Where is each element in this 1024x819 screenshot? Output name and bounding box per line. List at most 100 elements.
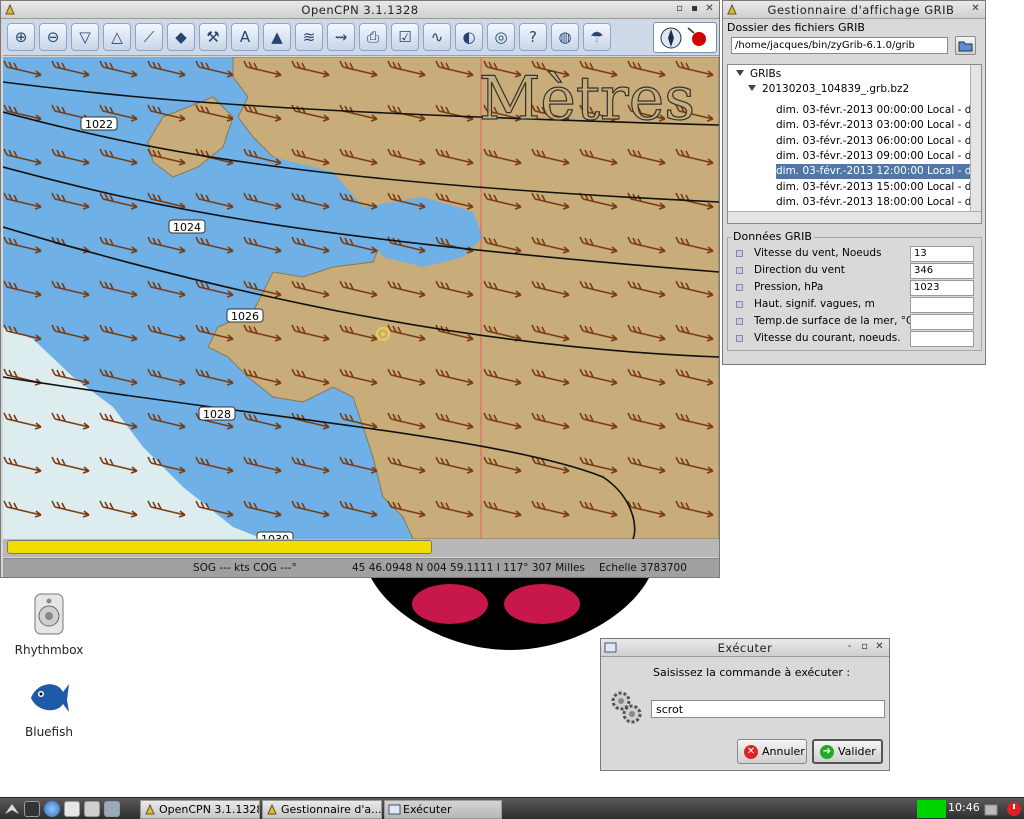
route-manager-icon[interactable]: ☑ [391,23,419,51]
close-button[interactable]: ✕ [874,641,885,653]
show-desktop-icon[interactable] [84,801,100,817]
scale-in-icon[interactable]: ▽ [71,23,99,51]
status-sog-cog: SOG --- kts COG ---° [193,562,297,574]
tree-record[interactable]: dim. 03-févr.-2013 03:00:00 Local - dim [776,118,981,133]
current-icon[interactable]: ⇝ [327,23,355,51]
grib-data-row: Vitesse du courant, noeuds. [734,331,978,347]
cancel-button[interactable]: ✕ Annuler [737,739,807,764]
help-icon[interactable]: ? [519,23,547,51]
close-button[interactable]: ✕ [970,3,981,15]
isobar-label: 1024 [173,221,201,234]
minimize-button[interactable]: ▫ [674,3,685,15]
scale-out-icon[interactable]: △ [103,23,131,51]
task-grib-manager[interactable]: Gestionnaire d'a... [262,800,382,819]
task-run-dialog[interactable]: Exécuter [384,800,502,819]
gears-icon [611,691,642,724]
cancel-icon: ✕ [744,744,758,759]
grib-data-row: Haut. signif. vagues, m [734,297,978,313]
zoom-in-icon[interactable]: ⊕ [7,23,35,51]
grib-progress-bar [3,539,719,557]
compass-icon [660,27,706,49]
desktop-icon-bluefish[interactable]: Bluefish [4,674,94,739]
zoom-out-icon[interactable]: ⊖ [39,23,67,51]
desktop-icon-rhythmbox[interactable]: Rhythmbox [4,592,94,657]
row-bullet-icon[interactable] [736,335,743,342]
folder-icon [958,41,973,52]
run-dialog-titlebar[interactable]: Exécuter - ▫ ✕ [601,639,889,657]
tree-record[interactable]: dim. 03-févr.-2013 12:00:00 Local - dim [776,164,981,180]
tree-file[interactable]: 20130203_104839_.grb.bz2 [748,82,909,97]
grib-data-label: Vitesse du vent, Noeuds [754,247,882,259]
opencpn-titlebar[interactable]: OpenCPN 3.1.1328 ▫ ▪ ✕ [1,1,719,19]
grib-titlebar[interactable]: Gestionnaire d'affichage GRIB ✕ [723,1,985,19]
close-button[interactable]: ✕ [704,3,715,15]
tree-root[interactable]: GRIBs [736,67,781,82]
row-bullet-icon[interactable] [736,250,743,257]
isobar-label: 1026 [231,310,259,323]
colorscheme-icon[interactable]: ◐ [455,23,483,51]
file-manager-icon[interactable] [24,801,40,817]
mob-icon[interactable]: ◎ [487,23,515,51]
row-bullet-icon[interactable] [736,284,743,291]
row-bullet-icon[interactable] [736,301,743,308]
status-scale: Echelle 3783700 [599,562,687,574]
bluefish-icon [31,684,69,712]
window-title: Gestionnaire d'affichage GRIB [767,3,955,17]
grib-plugin-icon[interactable]: ☂ [583,23,611,51]
tree-record[interactable]: dim. 03-févr.-2013 00:00:00 Local - dim [776,103,981,118]
maximize-button[interactable]: ▫ [859,641,870,653]
route-icon[interactable]: ⟋ [135,23,163,51]
run-prompt: Saisissez la commande à exécuter : [653,666,851,679]
grib-icon[interactable]: ∿ [423,23,451,51]
row-bullet-icon[interactable] [736,267,743,274]
expand-icon[interactable] [748,85,756,91]
tree-vertical-scrollbar[interactable] [970,65,981,212]
settings-icon[interactable]: ⚒ [199,23,227,51]
ais-icon[interactable]: ▲ [263,23,291,51]
grib-data-value [910,297,974,313]
maximize-button[interactable]: ▪ [689,3,700,15]
desktop-icon-label: Rhythmbox [14,643,84,657]
grib-folder-label: Dossier des fichiers GRIB [727,21,865,34]
run-task-icon [388,804,401,815]
window-switcher-icon[interactable] [64,801,80,817]
grib-data-group: Vitesse du vent, Noeuds 13 Direction du ve… [727,237,982,351]
grib-data-row: Pression, hPa 1023 [734,280,978,296]
grib-data-label: Direction du vent [754,264,845,276]
tide-icon[interactable]: ≋ [295,23,323,51]
grib-data-label: Pression, hPa [754,281,824,293]
text-icon[interactable]: A [231,23,259,51]
power-icon[interactable] [1006,801,1022,817]
grib-data-row: Temp.de surface de la mer, °C [734,314,978,330]
clock[interactable]: 10:46 [948,801,980,814]
progress-fill [7,540,432,554]
minimize-button[interactable]: - [844,641,855,653]
expand-icon[interactable] [736,70,744,76]
grib-data-label: Données GRIB [731,230,814,243]
open-folder-button[interactable] [955,36,976,55]
tree-horizontal-scrollbar[interactable] [728,211,981,223]
track-icon[interactable]: ◆ [167,23,195,51]
command-input[interactable] [651,700,885,718]
chart-canvas[interactable]: 1022 1024 1026 1028 1030 Mètres [3,57,719,539]
dashboard-icon[interactable]: ◍ [551,23,579,51]
tree-record[interactable]: dim. 03-févr.-2013 15:00:00 Local - dim [776,180,981,195]
grib-file-tree[interactable]: GRIBs 20130203_104839_.grb.bz2 dim. 03-f… [727,64,982,224]
row-bullet-icon[interactable] [736,318,743,325]
volume-icon[interactable] [984,801,998,817]
browser-icon[interactable] [44,801,60,817]
tree-record[interactable]: dim. 03-févr.-2013 09:00:00 Local - dim [776,149,981,164]
tree-record[interactable]: dim. 03-févr.-2013 06:00:00 Local - dim [776,134,981,149]
network-monitor-icon[interactable] [917,800,946,818]
isobar-label: 1022 [85,118,113,131]
grib-data-value: 1023 [910,280,974,296]
grib-data-label: Temp.de surface de la mer, °C [754,315,914,327]
tree-record[interactable]: dim. 03-févr.-2013 18:00:00 Local - dim [776,195,981,210]
desktops-icon[interactable] [104,801,120,817]
compass-widget[interactable] [653,22,717,53]
print-icon[interactable]: ⎙ [359,23,387,51]
ok-button[interactable]: ➜ Valider [812,739,883,764]
grib-folder-field[interactable]: /home/jacques/bin/zyGrib-6.1.0/grib [731,37,948,54]
task-opencpn[interactable]: OpenCPN 3.1.1328 [140,800,260,819]
start-menu-icon[interactable] [4,801,20,817]
